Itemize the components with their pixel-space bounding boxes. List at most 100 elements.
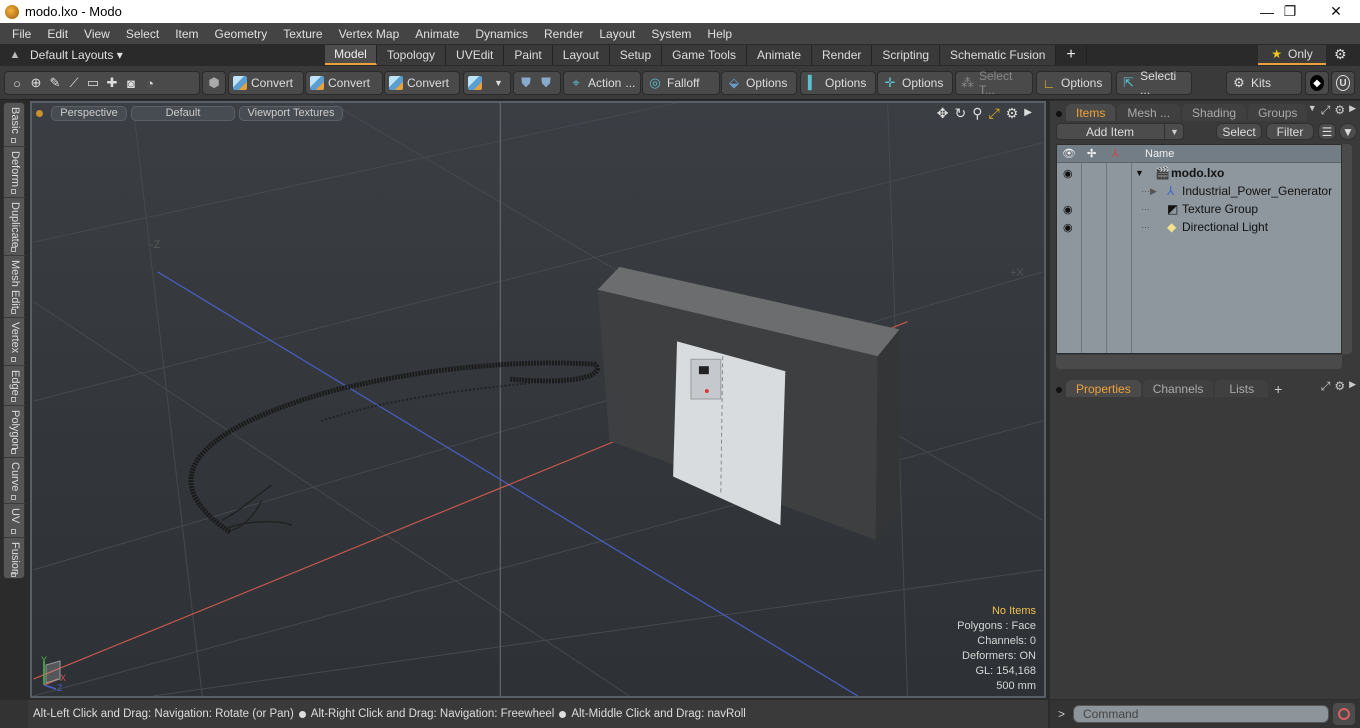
name-column-header[interactable]: Name (1145, 148, 1174, 160)
collapse-triangle-icon[interactable]: ▼ (1135, 168, 1144, 178)
selection-sets-button[interactable]: ⇱ Selecti ... (1116, 69, 1192, 97)
tree-vertical-scrollbar[interactable] (1342, 144, 1352, 354)
panel-gear-icon[interactable]: ⚙ (1334, 103, 1345, 118)
menu-select[interactable]: Select (118, 27, 167, 41)
tool-tab-vertex[interactable]: Vertex (4, 318, 26, 366)
tab-groups[interactable]: Groups (1248, 104, 1308, 121)
action-center-button[interactable]: ⌖ Action ... (563, 71, 641, 95)
menu-render[interactable]: Render (536, 27, 591, 41)
tree-row-light[interactable]: ◉ ··· ◆ Directional Light (1057, 218, 1341, 236)
menu-layout[interactable]: Layout (591, 27, 643, 41)
options-button-1[interactable]: ⬙ Options (721, 71, 797, 95)
viewport-settings-gear-icon[interactable]: ⚙ (1006, 105, 1019, 122)
tool-tab-uv[interactable]: UV (4, 504, 26, 538)
visibility-eye-icon[interactable]: ◉ (1063, 221, 1073, 234)
maximize-viewport-icon[interactable]: ⤢ (989, 105, 1000, 122)
tool-tab-basic[interactable]: Basic (4, 103, 26, 147)
menu-item[interactable]: Item (167, 27, 206, 41)
tab-shading[interactable]: Shading (1182, 104, 1247, 121)
expand-panel-icon[interactable]: ⤢ (1321, 379, 1331, 394)
tool-tab-duplicate[interactable]: Duplicate (4, 198, 26, 256)
items-mode-icon[interactable]: ✚ (104, 75, 120, 91)
tree-row-texture-group[interactable]: ◉ ··· ◩ Texture Group (1057, 200, 1341, 218)
tab-animate[interactable]: Animate (746, 45, 812, 65)
menu-file[interactable]: File (4, 27, 39, 41)
menu-vertex-map[interactable]: Vertex Map (331, 27, 408, 41)
globe-mode-icon[interactable]: ⊕ (28, 75, 44, 91)
expand-triangle-icon[interactable]: ···▶ (1141, 186, 1157, 197)
filter-button[interactable]: Filter (1266, 123, 1314, 140)
snapping-shield-icon[interactable]: ⛊ (538, 75, 554, 91)
convert-button-3[interactable]: Convert (384, 71, 460, 95)
edges-mode-icon[interactable]: ⟋ (66, 75, 82, 91)
tab-channels[interactable]: Channels (1142, 380, 1214, 397)
tool-tab-edge[interactable]: Edge (4, 366, 26, 406)
maximize-button[interactable]: ❐ (1267, 0, 1313, 23)
tool-tab-polygon[interactable]: Polygon (4, 406, 26, 458)
add-layout-tab-button[interactable]: + (1056, 45, 1087, 65)
convert-button-2[interactable]: Convert (305, 71, 383, 95)
tab-paint[interactable]: Paint (504, 45, 553, 65)
add-panel-tab-button[interactable]: + (1274, 381, 1282, 397)
pivot-mode-icon[interactable]: ◔ (142, 75, 158, 91)
tree-row-mesh[interactable]: ···▶ ⅄ Industrial_Power_Generator (1057, 182, 1341, 200)
kits-button[interactable]: ⚙ Kits (1226, 71, 1302, 95)
tab-properties[interactable]: Properties (1066, 380, 1141, 397)
tree-horizontal-scrollbar[interactable] (1056, 355, 1342, 369)
menu-animate[interactable]: Animate (407, 27, 467, 41)
panel-options-dot[interactable] (1056, 387, 1062, 393)
menu-system[interactable]: System (643, 27, 699, 41)
menu-edit[interactable]: Edit (39, 27, 76, 41)
shield-button[interactable]: ⬢ (202, 71, 226, 95)
tool-tab-curve[interactable]: Curve (4, 458, 26, 504)
viewport-textures-button[interactable]: Viewport Textures (239, 105, 343, 121)
panel-options-dot[interactable] (1056, 111, 1062, 117)
shading-style-button[interactable]: Default (131, 105, 235, 121)
record-macro-button[interactable] (1333, 703, 1356, 725)
tab-mesh[interactable]: Mesh ... (1117, 104, 1181, 121)
tab-uvedit[interactable]: UVEdit (446, 45, 505, 65)
3d-viewport[interactable]: -Z +X Perspective Default Viewport Textu… (30, 101, 1046, 698)
menu-view[interactable]: View (76, 27, 118, 41)
visibility-eye-icon[interactable]: ◉ (1063, 167, 1073, 180)
default-layouts-dropdown[interactable]: Default Layouts ▾ (30, 48, 160, 62)
tab-items[interactable]: Items (1066, 104, 1116, 121)
tool-tab-fusion[interactable]: Fusion (4, 538, 26, 580)
tab-render[interactable]: Render (812, 45, 873, 65)
options-button-2[interactable]: ▍ Options (800, 71, 876, 95)
visibility-eye-icon[interactable]: ◉ (1063, 203, 1073, 216)
close-button[interactable]: ✕ (1313, 0, 1359, 23)
tree-row-scene[interactable]: ◉ ▼ 🎬 modo.lxo (1057, 164, 1341, 182)
tool-tab-mesh-edit[interactable]: Mesh Edit (4, 256, 26, 318)
panel-arrow-icon[interactable]: ▶ (1349, 379, 1356, 394)
tab-setup[interactable]: Setup (609, 45, 663, 65)
convert-button-1[interactable]: Convert (228, 71, 304, 95)
polygons-mode-icon[interactable]: ▭ (85, 75, 101, 91)
collapse-up-icon[interactable]: ▲ (0, 49, 30, 61)
tab-scripting[interactable]: Scripting (872, 45, 941, 65)
unity-button[interactable]: ◆ (1305, 71, 1329, 95)
menu-dynamics[interactable]: Dynamics (467, 27, 536, 41)
materials-mode-icon[interactable]: ◙ (123, 75, 139, 91)
vertices-mode-icon[interactable]: ○ (9, 75, 25, 91)
viewport-expand-arrow-icon[interactable]: ▶ (1024, 105, 1032, 122)
unreal-button[interactable]: U (1331, 71, 1355, 95)
pen-mode-icon[interactable]: ✎ (47, 75, 63, 91)
viewport-options-dot[interactable] (36, 109, 43, 117)
command-input[interactable]: Command (1073, 705, 1330, 723)
zoom-magnifier-icon[interactable]: ⚲ (972, 105, 982, 122)
tab-model[interactable]: Model (325, 45, 377, 65)
rotate-icon[interactable]: ↻ (955, 105, 967, 122)
work-plane-dropdown[interactable]: ▼ (463, 71, 511, 95)
layout-settings-gear-icon[interactable]: ⚙ (1334, 46, 1347, 63)
tab-schematic-fusion[interactable]: Schematic Fusion (940, 45, 1057, 65)
options-button-3[interactable]: ✛ Options (877, 71, 953, 95)
funnel-filter-icon[interactable]: ▼ (1339, 123, 1357, 140)
pan-move-icon[interactable]: ✥ (937, 105, 949, 122)
symmetry-shield-icon[interactable]: ⛊ (518, 75, 534, 91)
list-options-icon[interactable]: ☰ (1318, 123, 1336, 140)
add-item-dropdown-icon[interactable]: ▼ (1164, 123, 1184, 140)
tab-lists[interactable]: Lists (1215, 380, 1269, 397)
tab-topology[interactable]: Topology (377, 45, 447, 65)
menu-help[interactable]: Help (699, 27, 740, 41)
